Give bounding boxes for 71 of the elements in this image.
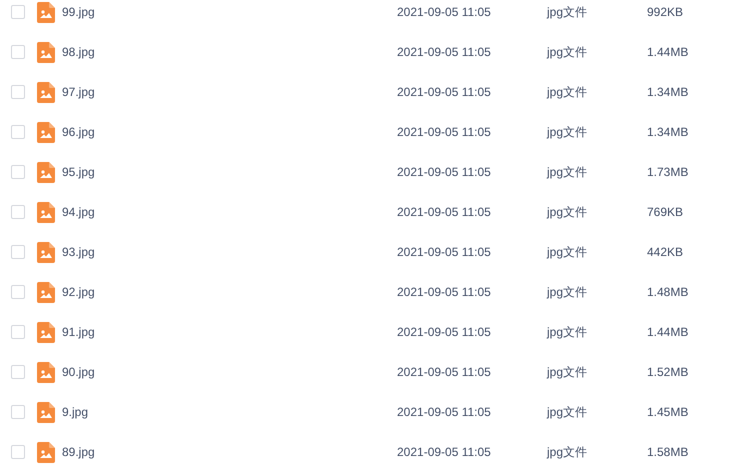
- row-checkbox[interactable]: [11, 85, 25, 99]
- file-type: jpg文件: [547, 404, 588, 421]
- image-file-icon: [37, 82, 55, 102]
- row-checkbox[interactable]: [11, 125, 25, 139]
- file-name[interactable]: 92.jpg: [62, 283, 397, 301]
- modified-date: 2021-09-05 11:05: [397, 84, 492, 101]
- image-file-icon: [37, 282, 55, 302]
- file-type: jpg文件: [547, 204, 588, 221]
- file-size: 769KB: [647, 204, 684, 221]
- row-checkbox[interactable]: [11, 285, 25, 299]
- modified-date: 2021-09-05 11:05: [397, 404, 492, 421]
- file-name[interactable]: 97.jpg: [62, 83, 397, 101]
- row-checkbox[interactable]: [11, 45, 25, 59]
- file-type: jpg文件: [547, 284, 588, 301]
- file-size: 442KB: [647, 244, 684, 261]
- modified-date: 2021-09-05 11:05: [397, 444, 492, 461]
- file-name[interactable]: 9.jpg: [62, 403, 397, 421]
- row-checkbox[interactable]: [11, 325, 25, 339]
- image-file-icon: [37, 42, 55, 62]
- row-checkbox[interactable]: [11, 5, 25, 19]
- modified-date: 2021-09-05 11:05: [397, 4, 492, 21]
- file-size: 1.34MB: [647, 124, 688, 141]
- file-type: jpg文件: [547, 244, 588, 261]
- modified-date: 2021-09-05 11:05: [397, 204, 492, 221]
- file-type: jpg文件: [547, 4, 588, 21]
- file-type: jpg文件: [547, 444, 588, 461]
- file-name[interactable]: 99.jpg: [62, 3, 397, 21]
- file-size: 1.44MB: [647, 324, 688, 341]
- image-file-icon: [37, 322, 55, 342]
- row-checkbox[interactable]: [11, 205, 25, 219]
- file-size: 992KB: [647, 4, 684, 21]
- file-size: 1.44MB: [647, 44, 688, 61]
- row-checkbox[interactable]: [11, 445, 25, 459]
- modified-date: 2021-09-05 11:05: [397, 124, 492, 141]
- file-size: 1.45MB: [647, 404, 688, 421]
- image-file-icon: [37, 402, 55, 422]
- modified-date: 2021-09-05 11:05: [397, 324, 492, 341]
- file-name[interactable]: 91.jpg: [62, 323, 397, 341]
- file-name[interactable]: 89.jpg: [62, 443, 397, 461]
- file-name[interactable]: 98.jpg: [62, 43, 397, 61]
- file-size: 1.34MB: [647, 84, 688, 101]
- image-file-icon: [37, 442, 55, 462]
- file-name[interactable]: 93.jpg: [62, 243, 397, 261]
- file-type: jpg文件: [547, 164, 588, 181]
- image-file-icon: [37, 202, 55, 222]
- modified-date: 2021-09-05 11:05: [397, 364, 492, 381]
- row-checkbox[interactable]: [11, 245, 25, 259]
- file-type: jpg文件: [547, 364, 588, 381]
- row-checkbox[interactable]: [11, 165, 25, 179]
- file-type: jpg文件: [547, 324, 588, 341]
- modified-date: 2021-09-05 11:05: [397, 244, 492, 261]
- file-name[interactable]: 96.jpg: [62, 123, 397, 141]
- file-type: jpg文件: [547, 44, 588, 61]
- file-size: 1.73MB: [647, 164, 688, 181]
- row-checkbox[interactable]: [11, 365, 25, 379]
- image-file-icon: [37, 362, 55, 382]
- file-name[interactable]: 95.jpg: [62, 163, 397, 181]
- row-checkbox[interactable]: [11, 405, 25, 419]
- file-name[interactable]: 90.jpg: [62, 363, 397, 381]
- image-file-icon: [37, 242, 55, 262]
- file-size: 1.48MB: [647, 284, 688, 301]
- image-file-icon: [37, 122, 55, 142]
- image-file-icon: [37, 162, 55, 182]
- file-type: jpg文件: [547, 124, 588, 141]
- file-size: 1.58MB: [647, 444, 688, 461]
- modified-date: 2021-09-05 11:05: [397, 284, 492, 301]
- file-size: 1.52MB: [647, 364, 688, 381]
- modified-date: 2021-09-05 11:05: [397, 164, 492, 181]
- file-type: jpg文件: [547, 84, 588, 101]
- modified-date: 2021-09-05 11:05: [397, 44, 492, 61]
- file-name[interactable]: 94.jpg: [62, 203, 397, 221]
